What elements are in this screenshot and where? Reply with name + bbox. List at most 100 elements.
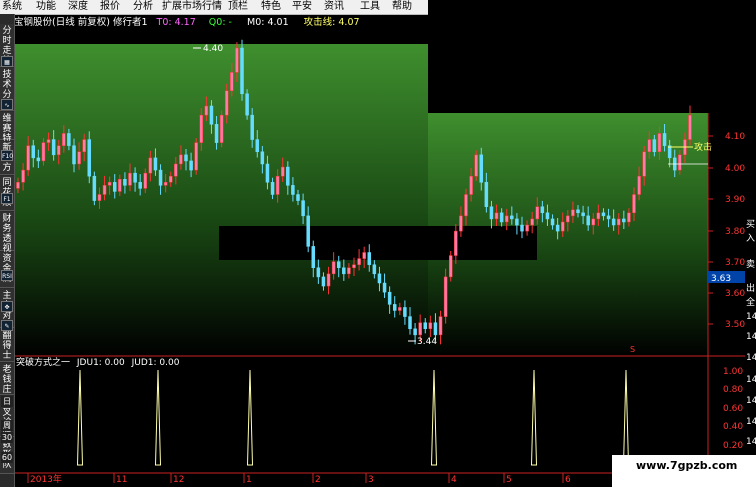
jdu-value: JDU1: 0.00 (76, 358, 125, 368)
period-tab[interactable]: 60 (1, 452, 13, 463)
indicator-spike (430, 369, 438, 466)
candle-body (153, 157, 158, 171)
trading-app: { "menu": ["系统","功能","深度","报价","分析","扩展市… (0, 0, 756, 487)
sidebar-tab-label: 维赛特 (2, 114, 12, 144)
candle-body (469, 175, 473, 195)
candle-body (433, 322, 438, 336)
candle-body (209, 105, 214, 125)
menu-item[interactable]: 资讯 (324, 0, 344, 14)
menu-item[interactable]: 顶栏 (228, 0, 248, 14)
candle-body (418, 322, 422, 336)
chart-title-bar: 宝钢股份(日线 前复权) 修行者1 T0: 4.17 Q0: - M0: 4.0… (14, 16, 428, 30)
candle-body (31, 145, 36, 159)
indicator-spike (154, 369, 162, 466)
sidebar-tab[interactable]: 维赛特 (0, 112, 14, 144)
candle-body (398, 307, 402, 311)
grid-icon[interactable]: ▦ (1, 56, 13, 67)
candle-body (357, 258, 361, 265)
rsi-icon[interactable]: RSI (1, 270, 13, 281)
candle-body (194, 142, 198, 171)
candle-body (581, 212, 585, 217)
candle-body (459, 215, 463, 232)
menu-item[interactable]: 特色 (261, 0, 281, 14)
candle-body (382, 282, 387, 293)
candle-body (566, 215, 570, 223)
f10-icon[interactable]: F10 (1, 150, 13, 161)
candle-body (489, 206, 494, 220)
right-panel-label[interactable]: 出 (746, 284, 755, 295)
candle-body (184, 154, 188, 162)
menu-item[interactable]: 平安 (292, 0, 312, 14)
menu-item[interactable]: 深度 (68, 0, 88, 14)
indicator-spike (530, 369, 538, 466)
kline-chart: 4.10 4.00 3.90 3.80 3.70 3.60 3.50 1.00 0.80 0.6… (14, 39, 745, 487)
menu-item[interactable]: 功能 (36, 0, 56, 14)
right-panel-label[interactable]: 卖 (746, 260, 755, 271)
candle-body (189, 160, 193, 171)
right-panel-label[interactable]: 入 (746, 234, 755, 245)
right-panel-label: 14 (746, 332, 756, 342)
f10-icon[interactable]: F1 (1, 193, 13, 204)
candle-body (321, 276, 326, 287)
candle-body (260, 151, 265, 165)
candle-body (408, 316, 412, 330)
chart-icon[interactable]: ∿ (1, 99, 13, 110)
period-tab[interactable]: 日 (1, 396, 13, 407)
candle-body (26, 145, 30, 171)
candle-body (606, 215, 611, 220)
menu-item[interactable]: 帮助 (392, 0, 412, 14)
chart-background (14, 44, 428, 357)
candle-body (347, 267, 351, 275)
menu-item[interactable]: 工具 (360, 0, 380, 14)
q0-value: Q0: - (208, 17, 232, 28)
candle-body (586, 215, 590, 226)
sidebar-tab[interactable]: 财务透视 (0, 212, 14, 254)
candle-body (662, 133, 667, 146)
indicator-spike (246, 369, 254, 466)
date-tick-label: 2013年 (30, 473, 62, 485)
candle-body (591, 218, 596, 226)
current-price: 3.63 (711, 274, 731, 284)
sidebar-tab[interactable]: 翻得士 (0, 329, 14, 362)
redaction-box (219, 226, 537, 260)
candle-body (102, 185, 107, 195)
right-panel-label: 14 (746, 417, 756, 427)
candle-body (133, 172, 137, 183)
menu-item[interactable]: 扩展市场行情 (162, 0, 222, 14)
candle-body (520, 224, 524, 232)
candle-body (367, 252, 372, 265)
candle-body (163, 182, 168, 186)
candle-body (642, 151, 646, 177)
candle-body (647, 139, 652, 153)
candle-body (240, 47, 244, 95)
candle-body (555, 224, 560, 232)
price-axis: 4.10 4.00 3.90 3.80 3.70 3.60 3.50 (708, 132, 745, 330)
candle-body (392, 304, 397, 311)
candle-body (199, 114, 204, 143)
price-tick-label: 3.80 (725, 227, 745, 237)
period-tab[interactable]: 周 (1, 420, 13, 431)
candle-body (423, 322, 428, 330)
menu-item[interactable]: 系统 (2, 0, 22, 14)
candle-body (21, 169, 25, 183)
right-panel-label[interactable]: 全 (746, 298, 755, 309)
arrows-icon[interactable]: ✥ (1, 301, 13, 312)
period-tab[interactable]: 30 (1, 432, 13, 443)
candle-body (92, 175, 97, 201)
date-tick-label: 12 (173, 475, 184, 485)
indicator-spike (76, 369, 84, 466)
m0-value: M0: 4.01 (247, 17, 289, 28)
pencil-icon[interactable]: ✎ (1, 320, 13, 331)
candle-body (36, 157, 41, 162)
sidebar-tab[interactable]: 老钱庄 (0, 363, 14, 395)
right-panel-label: 14 (746, 312, 756, 322)
menu-item[interactable]: 报价 (100, 0, 120, 14)
date-tick-label: 11 (116, 475, 127, 485)
left-sidebar: 分时走势技术分析维赛特新东方同花顺财务透视资金流主力对比翻得士老钱庄牛叉诊股数形… (0, 14, 15, 487)
menu-item[interactable]: 分析 (133, 0, 153, 14)
candle-body (331, 261, 336, 275)
right-panel-label[interactable]: 买 (746, 220, 755, 231)
s-mark: S (630, 345, 635, 354)
sidebar-tab-label: 老钱庄 (2, 365, 12, 395)
t0-value: T0: 4.17 (156, 17, 196, 28)
